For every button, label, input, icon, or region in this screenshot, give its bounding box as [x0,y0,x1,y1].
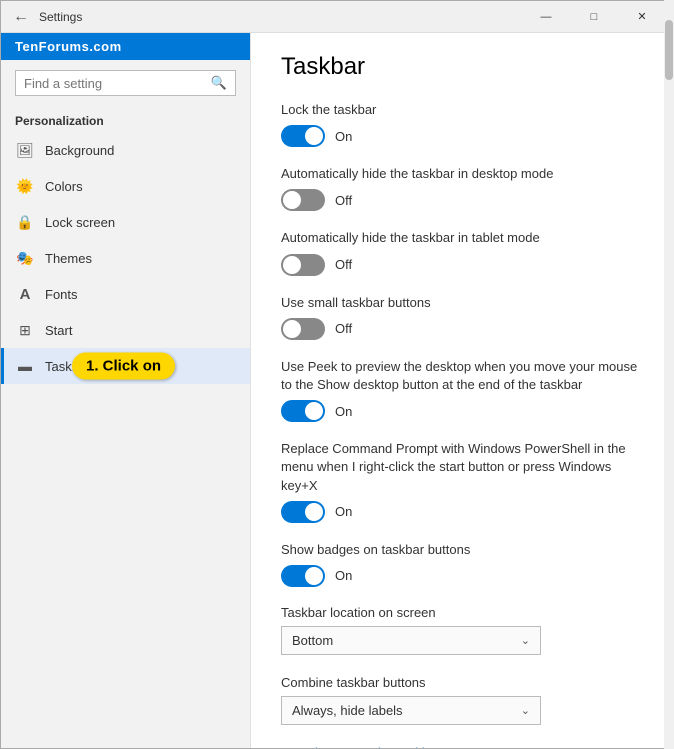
sidebar: TenForums.com 🔍 Personalization 🖼 Backgr… [1,33,251,748]
fonts-icon: A [15,284,35,304]
taskbar-icon: ▬ [15,356,35,376]
sidebar-item-start[interactable]: ⊞ Start [1,312,250,348]
search-input[interactable] [24,76,211,91]
badges-setting: Show badges on taskbar buttons On [281,541,643,587]
sidebar-item-fonts[interactable]: A Fonts [1,276,250,312]
sidebar-item-label-start: Start [45,323,72,338]
combine-chevron-icon: ⌄ [521,704,530,717]
small-buttons-label: Use small taskbar buttons [281,294,643,312]
maximize-button[interactable]: □ [571,1,617,33]
auto-hide-desktop-setting: Automatically hide the taskbar in deskto… [281,165,643,211]
location-chevron-icon: ⌄ [521,634,530,647]
location-label: Taskbar location on screen [281,605,643,620]
lock-taskbar-label: Lock the taskbar [281,101,643,119]
peek-toggle-text: On [335,404,352,419]
main-content: Taskbar Lock the taskbar On Automaticall… [251,33,673,748]
annotation-badge-1: 1. Click on [72,353,175,380]
location-select-row: Taskbar location on screen Bottom ⌄ [281,605,643,655]
badges-label: Show badges on taskbar buttons [281,541,643,559]
combine-select[interactable]: Always, hide labels ⌄ [281,696,541,725]
colors-icon: 🌞 [15,176,35,196]
title-bar: ← Settings — □ ✕ [1,1,673,33]
sidebar-item-taskbar[interactable]: ▬ Taskbar 1. Click on [1,348,250,384]
badges-toggle-text: On [335,568,352,583]
auto-hide-tablet-toggle-text: Off [335,257,352,272]
auto-hide-desktop-toggle-text: Off [335,193,352,208]
lock-taskbar-toggle-text: On [335,129,352,144]
scrollbar-track[interactable] [664,33,673,748]
start-icon: ⊞ [15,320,35,340]
auto-hide-tablet-toggle[interactable] [281,254,325,276]
search-box[interactable]: 🔍 [15,70,236,96]
peek-toggle[interactable] [281,400,325,422]
location-select[interactable]: Bottom ⌄ [281,626,541,655]
auto-hide-tablet-label: Automatically hide the taskbar in tablet… [281,229,643,247]
auto-hide-desktop-toggle[interactable] [281,189,325,211]
window-controls: — □ ✕ [523,1,665,33]
sidebar-section-title: Personalization [1,106,250,132]
badges-toggle[interactable] [281,565,325,587]
peek-label: Use Peek to preview the desktop when you… [281,358,643,394]
auto-hide-tablet-setting: Automatically hide the taskbar in tablet… [281,229,643,275]
lock-taskbar-toggle[interactable] [281,125,325,147]
sidebar-item-label-lock-screen: Lock screen [45,215,115,230]
background-icon: 🖼 [15,140,35,160]
small-buttons-toggle[interactable] [281,318,325,340]
themes-icon: 🎭 [15,248,35,268]
close-button[interactable]: ✕ [619,1,665,33]
sidebar-item-lock-screen[interactable]: 🔒 Lock screen [1,204,250,240]
search-icon: 🔍 [211,75,227,91]
small-buttons-toggle-text: Off [335,321,352,336]
sidebar-item-label-themes: Themes [45,251,92,266]
sidebar-item-label-background: Background [45,143,114,158]
watermark-banner: TenForums.com [1,33,250,60]
lock-icon: 🔒 [15,212,35,232]
back-button[interactable]: ← [9,5,33,29]
combine-value: Always, hide labels [292,703,403,718]
settings-window: ← Settings — □ ✕ TenForums.com 🔍 Persona… [0,0,674,749]
sidebar-item-themes[interactable]: 🎭 Themes [1,240,250,276]
minimize-button[interactable]: — [523,1,569,33]
combine-select-row: Combine taskbar buttons Always, hide lab… [281,675,643,725]
location-value: Bottom [292,633,333,648]
powershell-setting: Replace Command Prompt with Windows Powe… [281,440,643,523]
sidebar-item-label-fonts: Fonts [45,287,78,302]
sidebar-item-label-colors: Colors [45,179,83,194]
peek-setting: Use Peek to preview the desktop when you… [281,358,643,422]
scrollbar-thumb[interactable] [665,33,673,80]
sidebar-item-colors[interactable]: 🌞 Colors [1,168,250,204]
page-title: Taskbar [281,53,643,81]
powershell-label: Replace Command Prompt with Windows Powe… [281,440,643,495]
customize-taskbars-link[interactable]: How do I customize taskbars? [281,745,643,748]
sidebar-item-background[interactable]: 🖼 Background [1,132,250,168]
combine-label: Combine taskbar buttons [281,675,643,690]
small-buttons-setting: Use small taskbar buttons Off [281,294,643,340]
lock-taskbar-setting: Lock the taskbar On [281,101,643,147]
powershell-toggle[interactable] [281,501,325,523]
window-title: Settings [39,10,523,24]
powershell-toggle-text: On [335,504,352,519]
auto-hide-desktop-label: Automatically hide the taskbar in deskto… [281,165,643,183]
